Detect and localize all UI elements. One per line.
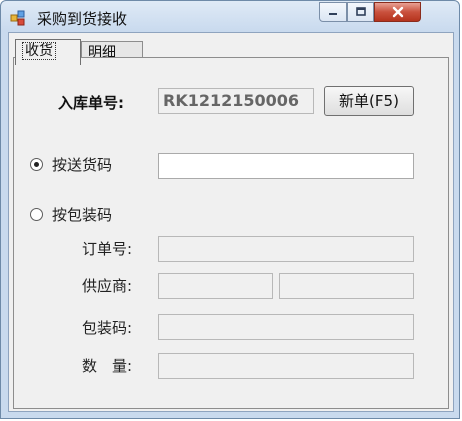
package-code-label: 包装码: [82, 319, 133, 337]
window-client-area: 收货 明细 入库单号: RK1212150006 新单(F5) 按送货码 按包装… [8, 32, 454, 412]
order-no-label: 订单号: [82, 240, 133, 258]
supplier-code-field [158, 273, 273, 299]
supplier-label: 供应商: [82, 277, 133, 295]
app-window: 采购到货接收 收货 明细 入库单号: RK1212150006 新单(F5) 按… [0, 0, 460, 419]
tab-receive[interactable]: 收货 [15, 39, 81, 65]
package-code-field [158, 314, 414, 340]
new-receipt-button[interactable]: 新单(F5) [324, 86, 414, 116]
supplier-name-field [279, 273, 414, 299]
close-button[interactable] [374, 2, 421, 22]
radio-package-code-label[interactable]: 按包装码 [52, 204, 112, 225]
maximize-button[interactable] [347, 2, 374, 22]
radio-delivery-code[interactable] [30, 158, 43, 171]
close-icon [392, 6, 403, 18]
minimize-icon [329, 13, 337, 15]
receive-panel: 入库单号: RK1212150006 新单(F5) 按送货码 按包装码 订单号:… [13, 57, 449, 409]
app-icon [10, 10, 25, 26]
quantity-field [158, 353, 414, 379]
receipt-no-label: 入库单号: [58, 94, 124, 112]
quantity-label: 数 量: [82, 357, 133, 375]
tab-receive-label: 收货 [22, 42, 56, 60]
title-bar: 采购到货接收 [1, 1, 459, 32]
receipt-no-field: RK1212150006 [158, 88, 314, 114]
radio-delivery-code-label[interactable]: 按送货码 [52, 154, 112, 175]
delivery-code-input[interactable] [158, 153, 414, 179]
radio-package-code[interactable] [30, 208, 43, 221]
maximize-icon [355, 7, 366, 16]
minimize-button[interactable] [319, 2, 347, 22]
radio-selected-dot [34, 162, 39, 167]
window-title: 采购到货接收 [37, 10, 128, 28]
order-no-field [158, 236, 414, 262]
